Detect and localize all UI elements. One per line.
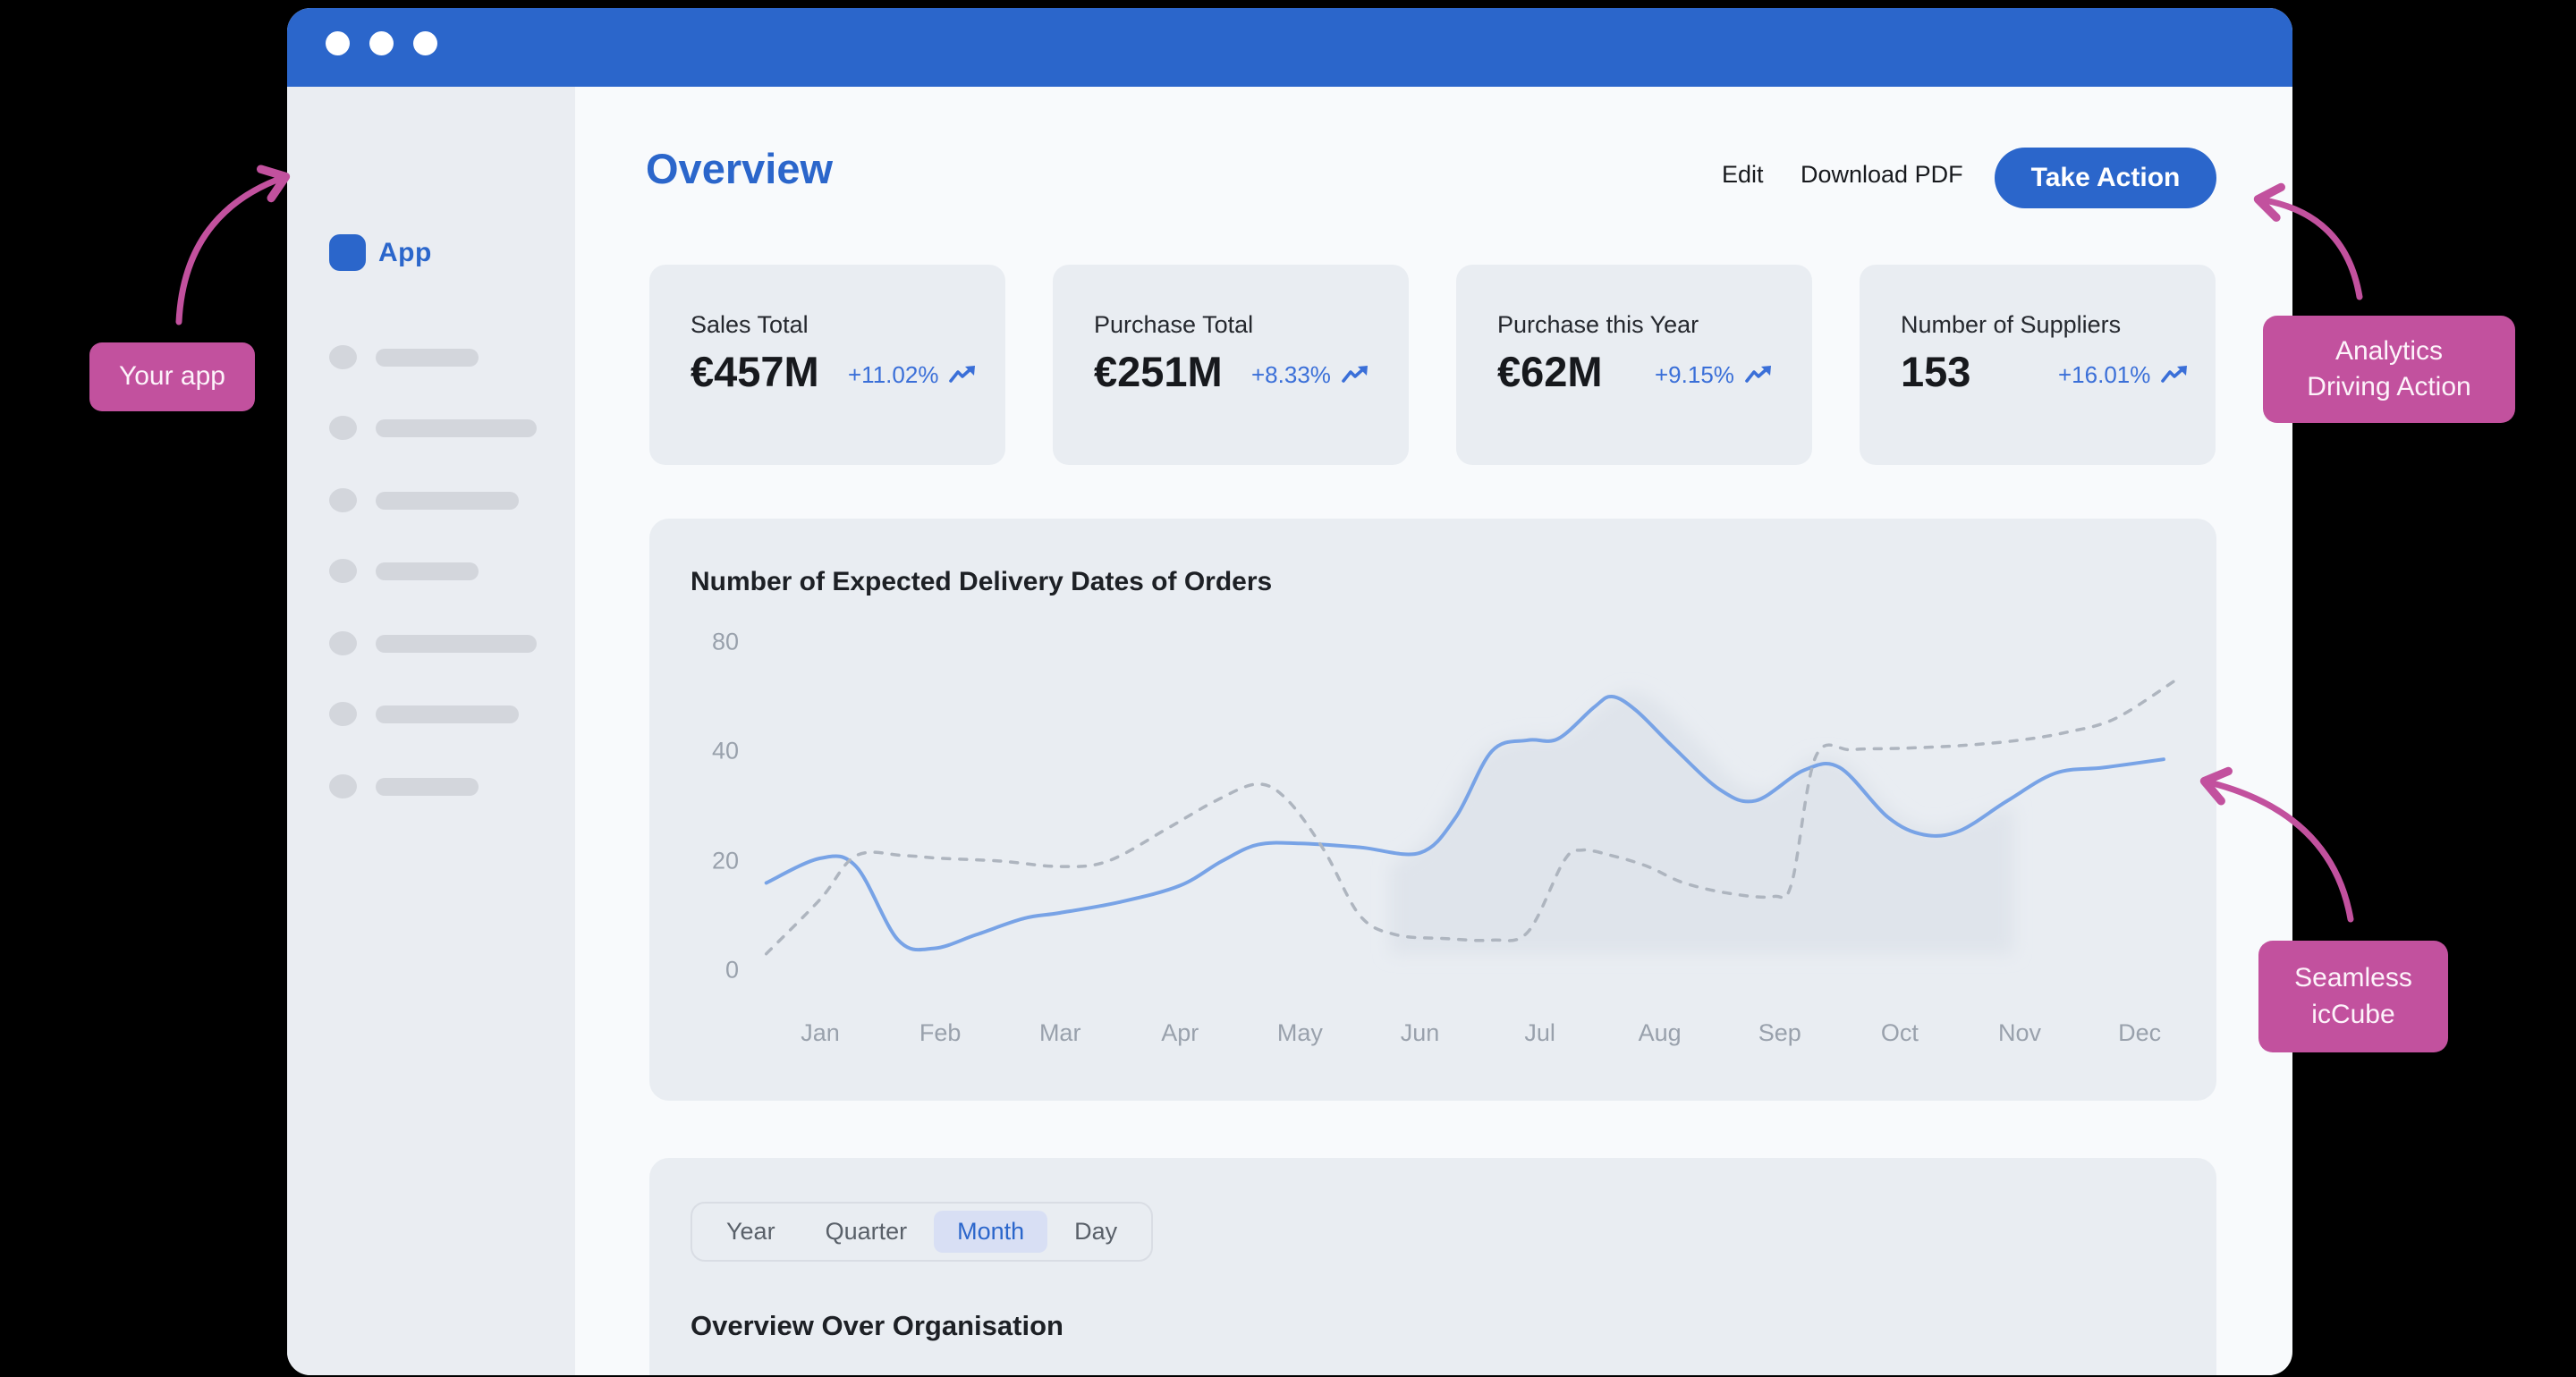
y-axis-tick: 0: [649, 957, 739, 984]
delivery-dates-chart-card: Number of Expected Delivery Dates of Ord…: [649, 519, 2216, 1101]
organisation-section-card: YearQuarterMonthDay Overview Over Organi…: [649, 1158, 2216, 1375]
section-heading: Overview Over Organisation: [691, 1310, 1063, 1342]
sidebar: App: [287, 87, 575, 1375]
period-option-month[interactable]: Month: [934, 1211, 1047, 1253]
kpi-card-sales-total: Sales Total €457M +11.02%: [649, 265, 1005, 465]
y-axis-tick: 40: [649, 738, 739, 765]
placeholder-label: [376, 778, 479, 796]
placeholder-icon: [329, 559, 357, 583]
take-action-button[interactable]: Take Action: [1995, 148, 2216, 208]
annotation-analytics-driving-action: Analytics Driving Action: [2263, 316, 2515, 423]
area-shadow: [1390, 691, 2013, 954]
sidebar-item-placeholder[interactable]: [329, 631, 537, 655]
kpi-delta: +16.01%: [2058, 361, 2190, 389]
kpi-delta: +9.15%: [1655, 361, 1775, 389]
arrow-to-app-sidebar: [179, 177, 284, 322]
trend-up-icon: [2160, 364, 2190, 387]
placeholder-label: [376, 349, 479, 367]
trend-up-icon: [1744, 364, 1775, 387]
y-axis-tick: 80: [649, 629, 739, 656]
sidebar-app-label: App: [378, 238, 432, 268]
x-axis-tick: Sep: [1726, 1019, 1834, 1047]
kpi-card-purchase-total: Purchase Total €251M +8.33%: [1053, 265, 1409, 465]
period-option-year[interactable]: Year: [703, 1211, 799, 1253]
kpi-value: €62M: [1497, 347, 1603, 396]
kpi-value: €251M: [1094, 347, 1223, 396]
trend-up-icon: [948, 364, 979, 387]
x-axis-tick: Mar: [1006, 1019, 1114, 1047]
edit-button[interactable]: Edit: [1722, 161, 1764, 189]
sidebar-item-placeholder[interactable]: [329, 774, 479, 798]
kpi-label: Number of Suppliers: [1901, 311, 2121, 339]
app-window: App Overview Edit Download PDF Take Acti…: [287, 8, 2292, 1375]
chart-canvas: [649, 519, 2216, 1101]
period-option-day[interactable]: Day: [1051, 1211, 1140, 1253]
x-axis-tick: Feb: [886, 1019, 994, 1047]
placeholder-label: [376, 419, 537, 437]
kpi-value: €457M: [691, 347, 819, 396]
placeholder-icon: [329, 488, 357, 512]
sidebar-item-app[interactable]: App: [329, 234, 432, 271]
kpi-value: 153: [1901, 347, 1970, 396]
x-axis-tick: Jun: [1367, 1019, 1474, 1047]
stage: App Overview Edit Download PDF Take Acti…: [0, 0, 2576, 1377]
placeholder-icon: [329, 702, 357, 726]
kpi-label: Sales Total: [691, 311, 809, 339]
x-axis-tick: Nov: [1966, 1019, 2073, 1047]
placeholder-icon: [329, 416, 357, 440]
sidebar-item-placeholder[interactable]: [329, 416, 537, 440]
sidebar-item-placeholder[interactable]: [329, 559, 479, 583]
x-axis-tick: Oct: [1846, 1019, 1953, 1047]
page-title: Overview: [646, 144, 833, 193]
placeholder-label: [376, 562, 479, 580]
window-titlebar: [287, 8, 2292, 87]
period-option-quarter[interactable]: Quarter: [802, 1211, 931, 1253]
x-axis-tick: May: [1246, 1019, 1353, 1047]
annotation-seamless-iccube: Seamless icCube: [2258, 941, 2448, 1052]
x-axis-tick: Jul: [1487, 1019, 1594, 1047]
x-axis-tick: Aug: [1606, 1019, 1714, 1047]
x-axis-tick: Jan: [767, 1019, 874, 1047]
kpi-label: Purchase this Year: [1497, 311, 1699, 339]
kpi-card-purchase-this-year: Purchase this Year €62M +9.15%: [1456, 265, 1812, 465]
placeholder-icon: [329, 774, 357, 798]
x-axis-tick: Apr: [1126, 1019, 1233, 1047]
x-axis-tick: Dec: [2086, 1019, 2193, 1047]
placeholder-label: [376, 635, 537, 653]
kpi-card-number-of-suppliers: Number of Suppliers 153 +16.01%: [1860, 265, 2216, 465]
placeholder-label: [376, 705, 519, 723]
app-logo-icon: [329, 234, 366, 271]
placeholder-label: [376, 492, 519, 510]
period-segmented-control: YearQuarterMonthDay: [691, 1202, 1153, 1262]
sidebar-item-placeholder[interactable]: [329, 345, 479, 369]
placeholder-icon: [329, 631, 357, 655]
placeholder-icon: [329, 345, 357, 369]
sidebar-item-placeholder[interactable]: [329, 488, 519, 512]
sidebar-item-placeholder[interactable]: [329, 702, 519, 726]
trend-up-icon: [1341, 364, 1371, 387]
download-pdf-button[interactable]: Download PDF: [1801, 161, 1963, 189]
y-axis-tick: 20: [649, 848, 739, 875]
kpi-delta: +8.33%: [1251, 361, 1371, 389]
annotation-your-app: Your app: [89, 342, 255, 411]
kpi-label: Purchase Total: [1094, 311, 1253, 339]
window-control-dot-minimize[interactable]: [369, 31, 394, 55]
window-control-dot-maximize[interactable]: [413, 31, 437, 55]
window-control-dot-close[interactable]: [326, 31, 350, 55]
kpi-delta: +11.02%: [848, 361, 979, 389]
